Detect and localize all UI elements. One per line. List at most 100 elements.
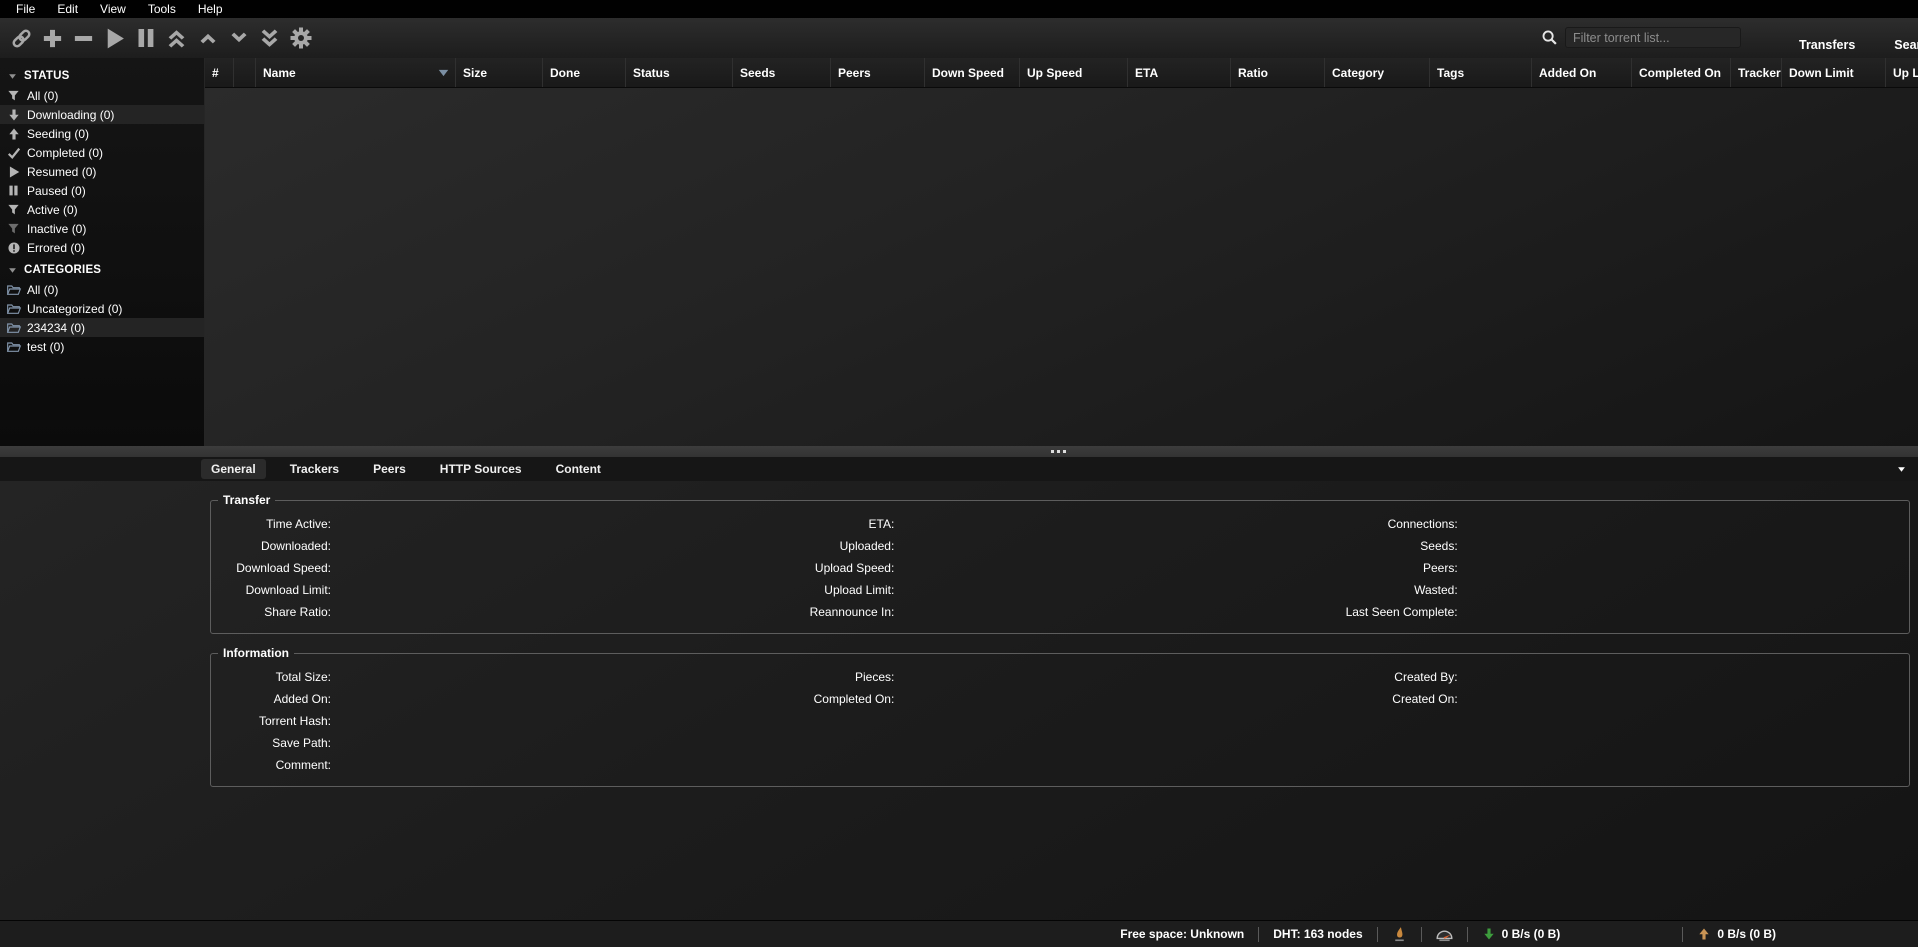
global-upload-speed[interactable]: 0 B/s (0 B) [1683, 927, 1790, 941]
sidebar-item-label: Resumed (0) [27, 165, 96, 179]
sidebar-item-test-0[interactable]: test (0) [0, 337, 204, 356]
folder-icon [5, 282, 22, 298]
menu-edit[interactable]: Edit [46, 1, 89, 18]
menu-help[interactable]: Help [187, 1, 234, 18]
speed-limits-gauge-icon[interactable] [1422, 925, 1467, 944]
panel-collapse-chevron-icon[interactable] [1897, 465, 1906, 474]
filter-zone [1541, 27, 1741, 48]
sidebar-item-downloading-0[interactable]: Downloading (0) [0, 105, 204, 124]
decrease-priority-button[interactable] [223, 22, 254, 54]
field-upload-limit: Upload Limit: [776, 579, 1339, 601]
column-header-eta[interactable]: ETA [1128, 58, 1231, 88]
panel-tab-content[interactable]: Content [546, 459, 611, 479]
torrent-list-empty-area[interactable] [205, 88, 1918, 446]
bottom-priority-button[interactable] [254, 22, 285, 54]
sidebar-item-label: Inactive (0) [27, 222, 86, 236]
field-share-ratio: Share Ratio: [213, 601, 776, 623]
delete-torrent-button[interactable] [68, 22, 99, 54]
state-icon-column[interactable] [234, 58, 256, 88]
column-header-up-limit[interactable]: Up Limit [1886, 58, 1918, 88]
resume-button[interactable] [99, 22, 130, 54]
sidebar-item-errored-0[interactable]: Errored (0) [0, 238, 204, 257]
column-header-tags[interactable]: Tags [1430, 58, 1532, 88]
panel-tab-trackers[interactable]: Trackers [280, 459, 349, 479]
sidebar-item-active-0[interactable]: Active (0) [0, 200, 204, 219]
panel-tab-peers[interactable]: Peers [363, 459, 416, 479]
menu-file[interactable]: File [5, 1, 46, 18]
information-legend: Information [218, 646, 294, 660]
column-header-done[interactable]: Done [543, 58, 626, 88]
sidebar-item-label: Errored (0) [27, 241, 85, 255]
sidebar: STATUSAll (0)Downloading (0)Seeding (0)C… [0, 58, 205, 446]
main-tab-search[interactable]: Search [1882, 35, 1918, 55]
column-header-down-speed[interactable]: Down Speed [925, 58, 1020, 88]
sort-desc-icon [438, 69, 449, 77]
sidebar-item-all-0[interactable]: All (0) [0, 280, 204, 299]
free-space: Free space: Unknown [1106, 927, 1258, 941]
transfer-fieldset: Transfer Time Active:ETA:Connections:Dow… [210, 493, 1910, 634]
sidebar-item-paused-0[interactable]: Paused (0) [0, 181, 204, 200]
column-header-tracker[interactable]: Tracker [1731, 58, 1782, 88]
sidebar-item-uncategorized-0[interactable]: Uncategorized (0) [0, 299, 204, 318]
options-button[interactable] [285, 22, 316, 54]
column-header-ratio[interactable]: Ratio [1231, 58, 1325, 88]
increase-priority-button[interactable] [192, 22, 223, 54]
add-torrent-file-button[interactable] [37, 22, 68, 54]
folder-icon [5, 339, 22, 355]
panel-tab-general[interactable]: General [201, 459, 266, 479]
triangle-down-icon [8, 266, 17, 275]
sidebar-section-categories[interactable]: CATEGORIES [0, 260, 204, 280]
top-priority-button[interactable] [161, 22, 192, 54]
menu-view[interactable]: View [89, 1, 137, 18]
menu-tools[interactable]: Tools [137, 1, 187, 18]
column-header-down-limit[interactable]: Down Limit [1782, 58, 1886, 88]
sidebar-item-resumed-0[interactable]: Resumed (0) [0, 162, 204, 181]
field-label: ETA: [776, 517, 894, 531]
triangle-down-icon [8, 72, 17, 81]
field-label: Pieces: [776, 670, 894, 684]
detail-panel: Transfer Time Active:ETA:Connections:Dow… [0, 481, 1918, 920]
field-label: Uploaded: [776, 539, 894, 553]
pause-button[interactable] [130, 22, 161, 54]
toolbar: Transfers Search [0, 18, 1918, 58]
splitter-handle[interactable] [1051, 450, 1069, 453]
column-header-name[interactable]: Name [256, 58, 456, 88]
global-download-speed[interactable]: 0 B/s (0 B) [1468, 927, 1575, 941]
sidebar-item-seeding-0[interactable]: Seeding (0) [0, 124, 204, 143]
column-header--[interactable]: # [205, 58, 234, 88]
column-header-seeds[interactable]: Seeds [733, 58, 831, 88]
sidebar-item-inactive-0[interactable]: Inactive (0) [0, 219, 204, 238]
toolbar-buttons [6, 18, 316, 58]
column-header-up-speed[interactable]: Up Speed [1020, 58, 1128, 88]
field-wasted: Wasted: [1340, 579, 1903, 601]
field-label: Wasted: [1340, 583, 1458, 597]
field-upload-speed: Upload Speed: [776, 557, 1339, 579]
connection-status-icon[interactable] [1378, 926, 1421, 943]
panel-splitter[interactable] [0, 446, 1918, 457]
column-header-completed-on[interactable]: Completed On [1632, 58, 1731, 88]
field-comment: Comment: [213, 754, 1903, 776]
column-header-status[interactable]: Status [626, 58, 733, 88]
column-header-size[interactable]: Size [456, 58, 543, 88]
search-icon [1541, 29, 1558, 46]
field-label: Time Active: [213, 517, 331, 531]
column-header-category[interactable]: Category [1325, 58, 1430, 88]
transfer-grid: Time Active:ETA:Connections:Downloaded:U… [213, 513, 1903, 623]
field-seeds: Seeds: [1340, 535, 1903, 557]
main-tab-transfers[interactable]: Transfers [1787, 35, 1867, 55]
torrent-filter-input[interactable] [1565, 27, 1741, 48]
field-label: Connections: [1340, 517, 1458, 531]
field-save-path: Save Path: [213, 732, 1903, 754]
sidebar-section-status[interactable]: STATUS [0, 66, 204, 86]
speed-up-arrow-icon [1697, 927, 1711, 941]
add-torrent-link-button[interactable] [6, 22, 37, 54]
panel-tab-http-sources[interactable]: HTTP Sources [430, 459, 532, 479]
sidebar-item-all-0[interactable]: All (0) [0, 86, 204, 105]
column-header-added-on[interactable]: Added On [1532, 58, 1632, 88]
sidebar-item-completed-0[interactable]: Completed (0) [0, 143, 204, 162]
detail-panel-tabs: General Trackers Peers HTTP Sources Content [0, 457, 1918, 481]
sidebar-item-234234-0[interactable]: 234234 (0) [0, 318, 204, 337]
check-icon [5, 146, 22, 160]
column-header-peers[interactable]: Peers [831, 58, 925, 88]
field-label: Reannounce In: [776, 605, 894, 619]
